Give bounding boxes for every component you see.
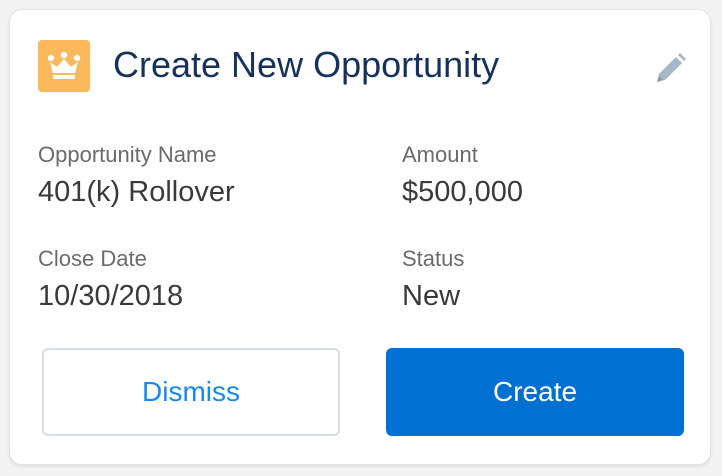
pencil-icon[interactable] bbox=[650, 49, 690, 89]
opportunity-name-field: Opportunity Name 401(k) Rollover bbox=[38, 141, 235, 210]
opportunity-name-value: 401(k) Rollover bbox=[38, 176, 235, 208]
status-value: New bbox=[402, 280, 461, 312]
card-title: Create New Opportunity bbox=[113, 44, 500, 85]
amount-value: $500,000 bbox=[402, 176, 523, 208]
status-field: Status New bbox=[402, 245, 464, 314]
crown-icon bbox=[38, 40, 90, 92]
close-date-value: 10/30/2018 bbox=[38, 280, 184, 312]
close-date-label: Close Date bbox=[38, 246, 147, 271]
amount-label: Amount bbox=[402, 142, 478, 167]
amount-field: Amount $500,000 bbox=[402, 141, 523, 210]
opportunity-card: Create New Opportunity Opportunity Name … bbox=[10, 10, 710, 464]
status-label: Status bbox=[402, 246, 465, 271]
create-button[interactable]: Create bbox=[386, 348, 684, 436]
dismiss-button[interactable]: Dismiss bbox=[42, 348, 340, 436]
close-date-field: Close Date 10/30/2018 bbox=[38, 245, 183, 314]
opportunity-name-label: Opportunity Name bbox=[38, 142, 217, 167]
